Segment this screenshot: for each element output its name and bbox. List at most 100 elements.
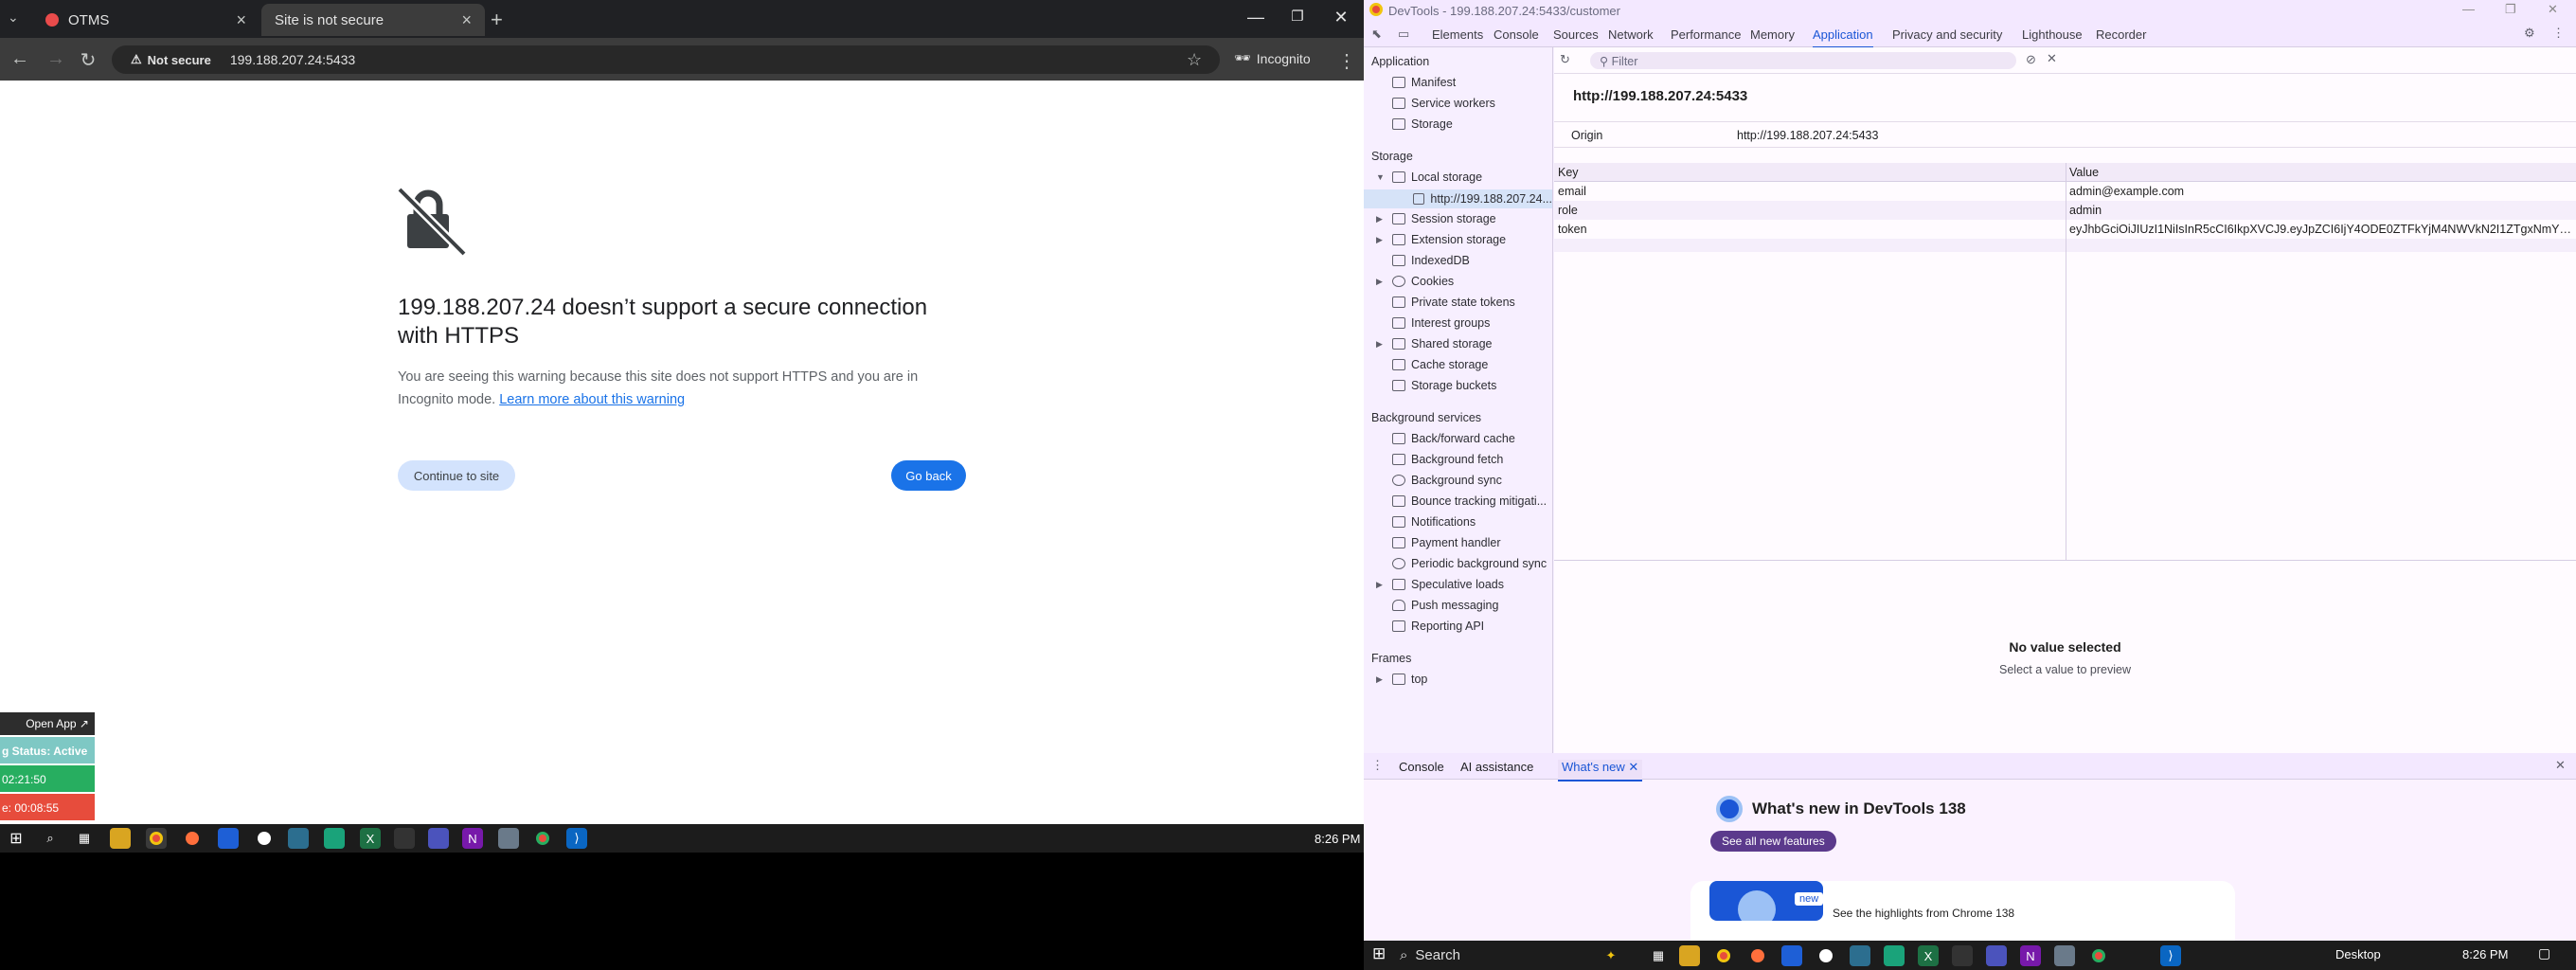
app-icon-dark[interactable] bbox=[1952, 945, 1973, 966]
inspect-element-icon[interactable]: ⬉ bbox=[1371, 27, 1382, 42]
app-icon-teal[interactable] bbox=[1850, 945, 1870, 966]
app-icon-green[interactable] bbox=[324, 828, 345, 849]
search-icon[interactable]: ⌕ bbox=[40, 828, 61, 849]
sidebar-item-speculative-loads[interactable]: Speculative loads bbox=[1392, 578, 1504, 591]
sidebar-item-payment-handler[interactable]: Payment handler bbox=[1392, 536, 1501, 549]
bookmark-star-icon[interactable]: ☆ bbox=[1187, 50, 1202, 70]
chrome-icon[interactable] bbox=[146, 828, 167, 849]
tab-privacy-security[interactable]: Privacy and security bbox=[1892, 27, 2002, 42]
security-chip[interactable]: ⚠ Not secure bbox=[121, 48, 221, 71]
chrome-icon-2[interactable] bbox=[2088, 945, 2109, 966]
app-icon-gray[interactable] bbox=[2054, 945, 2075, 966]
vscode-icon[interactable]: ⟩ bbox=[566, 828, 587, 849]
vscode-icon[interactable]: ⟩ bbox=[2160, 945, 2181, 966]
restore-icon[interactable]: ❐ bbox=[2505, 2, 2516, 17]
column-header-key[interactable]: Key bbox=[1558, 166, 1579, 179]
sidebar-item-private-state-tokens[interactable]: Private state tokens bbox=[1392, 296, 1515, 309]
onenote-icon[interactable]: N bbox=[462, 828, 483, 849]
tab-lighthouse[interactable]: Lighthouse bbox=[2022, 27, 2083, 42]
minimize-icon[interactable]: — bbox=[2462, 2, 2475, 16]
chrome-icon-2[interactable] bbox=[532, 828, 553, 849]
go-back-button[interactable]: Go back bbox=[891, 460, 966, 491]
sidebar-item-push-messaging[interactable]: Push messaging bbox=[1392, 599, 1498, 612]
settings-gear-icon[interactable]: ⚙ bbox=[2524, 26, 2535, 41]
close-tab-icon[interactable]: × bbox=[236, 10, 246, 30]
tab-elements[interactable]: Elements bbox=[1432, 27, 1483, 42]
reload-icon[interactable]: ↻ bbox=[77, 48, 99, 72]
sidebar-item-shared-storage[interactable]: Shared storage bbox=[1392, 337, 1492, 350]
file-explorer-icon[interactable] bbox=[1679, 945, 1700, 966]
tab-performance[interactable]: Performance bbox=[1671, 27, 1741, 42]
start-windows-icon[interactable]: ⊞ bbox=[6, 828, 27, 849]
expanded-arrow-icon[interactable]: ▼ bbox=[1376, 172, 1385, 182]
collapsed-arrow-icon[interactable]: ▶ bbox=[1376, 339, 1383, 350]
tab-otms[interactable]: OTMS × bbox=[32, 4, 259, 36]
refresh-icon[interactable]: ↻ bbox=[1560, 52, 1570, 67]
tab-application[interactable]: Application bbox=[1813, 27, 1873, 48]
incognito-badge[interactable]: 🕶 Incognito bbox=[1234, 50, 1311, 66]
sidebar-item-notifications[interactable]: Notifications bbox=[1392, 515, 1476, 529]
sidebar-item-bfcache[interactable]: Back/forward cache bbox=[1392, 432, 1515, 445]
see-all-features-button[interactable]: See all new features bbox=[1710, 831, 1836, 852]
sidebar-item-cookies[interactable]: Cookies bbox=[1392, 275, 1454, 288]
sidebar-item-interest-groups[interactable]: Interest groups bbox=[1392, 316, 1490, 330]
sidebar-item-local-storage-origin[interactable]: http://199.188.207.24... bbox=[1364, 189, 1552, 208]
task-view-icon[interactable]: ▦ bbox=[1648, 945, 1669, 966]
browser-menu-icon[interactable]: ⋮ bbox=[1337, 49, 1356, 73]
sidebar-item-service-workers[interactable]: Service workers bbox=[1392, 97, 1495, 110]
sidebar-item-background-fetch[interactable]: Background fetch bbox=[1392, 453, 1503, 466]
highlights-text[interactable]: See the highlights from Chrome 138 bbox=[1833, 907, 2014, 920]
onenote-icon[interactable]: N bbox=[2020, 945, 2041, 966]
app-icon-teal[interactable] bbox=[288, 828, 309, 849]
app-icon-red[interactable] bbox=[182, 828, 203, 849]
teams-icon[interactable] bbox=[428, 828, 449, 849]
sidebar-item-session-storage[interactable]: Session storage bbox=[1392, 212, 1496, 225]
sidebar-item-bounce-tracking[interactable]: Bounce tracking mitigati... bbox=[1392, 494, 1547, 508]
collapsed-arrow-icon[interactable]: ▶ bbox=[1376, 214, 1383, 225]
sidebar-item-extension-storage[interactable]: Extension storage bbox=[1392, 233, 1506, 246]
taskbar-search[interactable]: ⌕ Search bbox=[1400, 943, 1608, 966]
drawer-tab-whats-new[interactable]: What's new ✕ bbox=[1558, 760, 1643, 781]
sidebar-item-storage-buckets[interactable]: Storage buckets bbox=[1392, 379, 1496, 392]
teams-icon[interactable] bbox=[1986, 945, 2007, 966]
delete-selected-icon[interactable]: ✕ bbox=[2047, 51, 2057, 66]
desktop-label[interactable]: Desktop bbox=[2335, 947, 2381, 961]
close-tab-icon[interactable]: × bbox=[461, 10, 472, 30]
chrome-icon[interactable] bbox=[1713, 945, 1734, 966]
start-windows-icon[interactable]: ⊞ bbox=[1372, 944, 1386, 963]
tab-memory[interactable]: Memory bbox=[1750, 27, 1795, 42]
filter-input[interactable]: ⚲ Filter bbox=[1590, 52, 2016, 69]
app-icon-red[interactable] bbox=[1747, 945, 1768, 966]
clear-all-icon[interactable]: ⊘ bbox=[2026, 52, 2036, 67]
sidebar-item-local-storage[interactable]: Local storage bbox=[1392, 171, 1482, 184]
close-drawer-icon[interactable]: ✕ bbox=[2555, 758, 2566, 773]
sidebar-item-cache-storage[interactable]: Cache storage bbox=[1392, 358, 1488, 371]
address-bar[interactable]: ⚠ Not secure 199.188.207.24:5433 bbox=[112, 45, 1220, 74]
close-window-icon[interactable]: ✕ bbox=[2548, 2, 2558, 17]
close-tab-icon[interactable]: ✕ bbox=[1628, 760, 1638, 774]
drawer-tab-console[interactable]: Console bbox=[1399, 760, 1444, 774]
copilot-icon[interactable]: ✦ bbox=[1601, 945, 1621, 966]
minimize-icon[interactable]: — bbox=[1237, 8, 1275, 27]
app-icon-circle[interactable] bbox=[254, 828, 275, 849]
sidebar-item-indexeddb[interactable]: IndexedDB bbox=[1392, 254, 1470, 267]
forward-icon[interactable]: → bbox=[45, 48, 67, 70]
collapsed-arrow-icon[interactable]: ▶ bbox=[1376, 674, 1383, 685]
new-tab-icon[interactable]: + bbox=[491, 8, 503, 32]
drawer-tab-ai-assistance[interactable]: AI assistance bbox=[1460, 760, 1533, 774]
tab-console[interactable]: Console bbox=[1494, 27, 1539, 42]
learn-more-link[interactable]: Learn more about this warning bbox=[499, 392, 685, 407]
more-options-icon[interactable]: ⋮ bbox=[2552, 26, 2565, 41]
collapsed-arrow-icon[interactable]: ▶ bbox=[1376, 235, 1383, 245]
device-toolbar-icon[interactable]: ▭ bbox=[1398, 27, 1409, 42]
collapsed-arrow-icon[interactable]: ▶ bbox=[1376, 580, 1383, 590]
back-icon[interactable]: ← bbox=[9, 48, 31, 70]
excel-icon[interactable]: X bbox=[1918, 945, 1939, 966]
sidebar-item-background-sync[interactable]: Background sync bbox=[1392, 474, 1502, 487]
tab-network[interactable]: Network bbox=[1608, 27, 1654, 42]
drawer-menu-icon[interactable]: ⋮ bbox=[1371, 758, 1384, 773]
collapsed-arrow-icon[interactable]: ▶ bbox=[1376, 277, 1383, 287]
app-icon-green[interactable] bbox=[1884, 945, 1905, 966]
tab-search-icon[interactable]: ⌄ bbox=[8, 9, 19, 26]
continue-to-site-button[interactable]: Continue to site bbox=[398, 460, 515, 491]
